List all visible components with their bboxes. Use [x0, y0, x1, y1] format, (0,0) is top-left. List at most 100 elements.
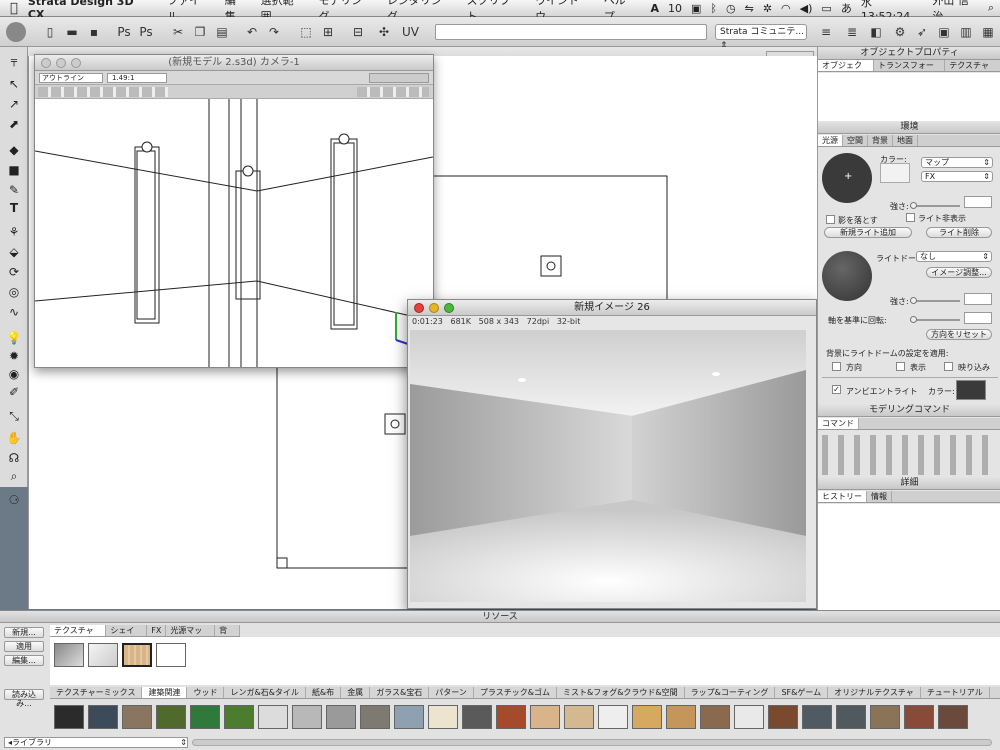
uv-icon[interactable]: UV	[402, 24, 419, 40]
sync-icon[interactable]: ⇋	[745, 2, 754, 15]
cube-icon[interactable]: ◧	[868, 24, 884, 40]
list-alt-icon[interactable]: ≣	[844, 24, 860, 40]
tab-history[interactable]: ヒストリー	[818, 491, 867, 502]
rotate-axis-knob[interactable]	[910, 316, 917, 323]
view-buttons[interactable]	[369, 73, 429, 83]
category-tab[interactable]: ラップ&コーティング	[685, 687, 776, 698]
direction-checkbox[interactable]	[832, 362, 841, 371]
library-texture-swatch[interactable]	[700, 705, 730, 729]
library-texture-swatch[interactable]	[836, 705, 866, 729]
category-tab[interactable]: ウッド	[187, 687, 225, 698]
package-icon[interactable]: ▦	[980, 24, 996, 40]
category-tab[interactable]: パターン	[429, 687, 474, 698]
view-mode-select[interactable]: アウトライン	[39, 73, 103, 83]
texture-swatch[interactable]	[54, 643, 84, 667]
category-tab[interactable]: レンガ&石&タイル	[224, 687, 306, 698]
light-color-swatch[interactable]	[880, 163, 910, 183]
frame-icon[interactable]: ⬚	[298, 24, 314, 40]
photoshop-export-icon[interactable]: Ps	[138, 24, 154, 40]
hand-tool-icon[interactable]: ✋	[5, 429, 23, 447]
library-texture-swatch[interactable]	[496, 705, 526, 729]
library-texture-swatch[interactable]	[360, 705, 390, 729]
bezier-tool-icon[interactable]: ✎	[5, 181, 23, 199]
tab-light[interactable]: 光源	[818, 135, 843, 146]
lathe-tool-icon[interactable]: ⚘	[5, 223, 23, 241]
render-window[interactable]: 新規イメージ 26 0:01:23 681K 508 x 343 72dpi 3…	[407, 299, 817, 609]
cast-shadow-checkbox[interactable]	[826, 215, 835, 224]
reset-direction-button[interactable]: 方向をリセット	[926, 329, 992, 340]
apple-icon[interactable]: 	[0, 1, 28, 16]
library-texture-swatch[interactable]	[190, 705, 220, 729]
category-tab[interactable]: チュートリアル	[921, 687, 990, 698]
minimize-button[interactable]	[429, 303, 439, 313]
map-select[interactable]: マップ ⇕	[921, 157, 993, 168]
image-adjust-button[interactable]: イメージ調整...	[926, 267, 992, 278]
library-texture-swatch[interactable]	[54, 705, 84, 729]
light-dome-sphere[interactable]	[822, 251, 872, 301]
library-texture-swatch[interactable]	[428, 705, 458, 729]
apply-resource-button[interactable]: 適用	[4, 641, 44, 652]
ambient-color-swatch[interactable]	[956, 380, 986, 400]
bluetooth-icon[interactable]: ᛒ	[710, 2, 717, 15]
tab-fx[interactable]: FX	[147, 625, 167, 636]
library-texture-swatch[interactable]	[598, 705, 628, 729]
library-texture-swatch[interactable]	[802, 705, 832, 729]
camera-window-titlebar[interactable]: (新規モデル 2.s3d) カメラ-1	[35, 55, 433, 71]
cut-icon[interactable]: ✂	[170, 24, 186, 40]
library-texture-swatch[interactable]	[462, 705, 492, 729]
select-tool-icon[interactable]: ↖	[5, 75, 23, 93]
tab-space[interactable]: 空間	[843, 135, 868, 146]
tab-info[interactable]: 情報	[867, 491, 892, 502]
library-texture-swatch[interactable]	[122, 705, 152, 729]
open-folder-icon[interactable]: ▬	[64, 24, 80, 40]
volume-icon[interactable]: ◀)	[800, 2, 813, 15]
strength-field[interactable]	[964, 196, 992, 208]
tab-backgrounds[interactable]: 背景	[215, 625, 240, 647]
library-texture-swatch[interactable]	[938, 705, 968, 729]
hide-light-checkbox[interactable]	[906, 213, 915, 222]
paste-icon[interactable]: ▤	[214, 24, 230, 40]
text-tool-icon[interactable]: T	[5, 199, 23, 217]
brightness-icon[interactable]: ✲	[763, 2, 772, 15]
library-texture-swatch[interactable]	[156, 705, 186, 729]
menu-extra-icon[interactable]: ▣	[691, 2, 701, 15]
tab-texture[interactable]: テクスチャー	[945, 60, 1000, 82]
dome-strength-knob[interactable]	[910, 297, 917, 304]
library-texture-swatch[interactable]	[632, 705, 662, 729]
tab-background[interactable]: 背景	[868, 135, 893, 146]
library-texture-swatch[interactable]	[394, 705, 424, 729]
render-area-tool-icon[interactable]: ⚆	[5, 491, 23, 509]
select-points-tool-icon[interactable]: ↗	[5, 95, 23, 113]
rotate-axis-slider[interactable]	[910, 319, 960, 321]
library-texture-swatch[interactable]	[564, 705, 594, 729]
texture-swatch-selected[interactable]	[122, 643, 152, 667]
window-controls[interactable]	[414, 303, 454, 313]
library-texture-swatch[interactable]	[224, 705, 254, 729]
dome-strength-field[interactable]	[964, 293, 992, 305]
rotate-axis-field[interactable]	[964, 312, 992, 324]
tab-ground[interactable]: 地面	[893, 135, 918, 146]
library-texture-swatch[interactable]	[904, 705, 934, 729]
light-dome-select[interactable]: なし ⇕	[916, 251, 992, 262]
ambient-light-checkbox[interactable]: ✓	[832, 385, 841, 394]
category-tab[interactable]: テクスチャーミックス	[50, 687, 143, 698]
tab-object[interactable]: オブジェクト	[818, 60, 874, 82]
time-machine-icon[interactable]: ◷	[726, 2, 736, 15]
delete-light-button[interactable]: ライト削除	[926, 227, 992, 238]
save-icon[interactable]: ▪	[86, 24, 102, 40]
library-texture-swatch[interactable]	[88, 705, 118, 729]
photoshop-icon[interactable]: Ps	[116, 24, 132, 40]
new-resource-button[interactable]: 新規...	[4, 627, 44, 638]
render-icon[interactable]: ➶	[914, 24, 930, 40]
camera-window[interactable]: (新規モデル 2.s3d) カメラ-1 アウトライン 1.49:1	[34, 54, 434, 368]
zoom-button[interactable]	[444, 303, 454, 313]
new-icon[interactable]: ▯	[42, 24, 58, 40]
rotate-view-tool-icon[interactable]: ☊	[5, 449, 23, 467]
settings-icon[interactable]: ⚙	[892, 24, 908, 40]
category-tab[interactable]: 紙&布	[306, 687, 342, 698]
strata-logo-icon[interactable]	[6, 22, 26, 42]
input-method-icon[interactable]: あ	[841, 0, 852, 16]
path-tool-icon[interactable]: ∿	[5, 303, 23, 321]
edit-resource-button[interactable]: 編集...	[4, 655, 44, 666]
category-tab[interactable]: ガラス&宝石	[370, 687, 430, 698]
